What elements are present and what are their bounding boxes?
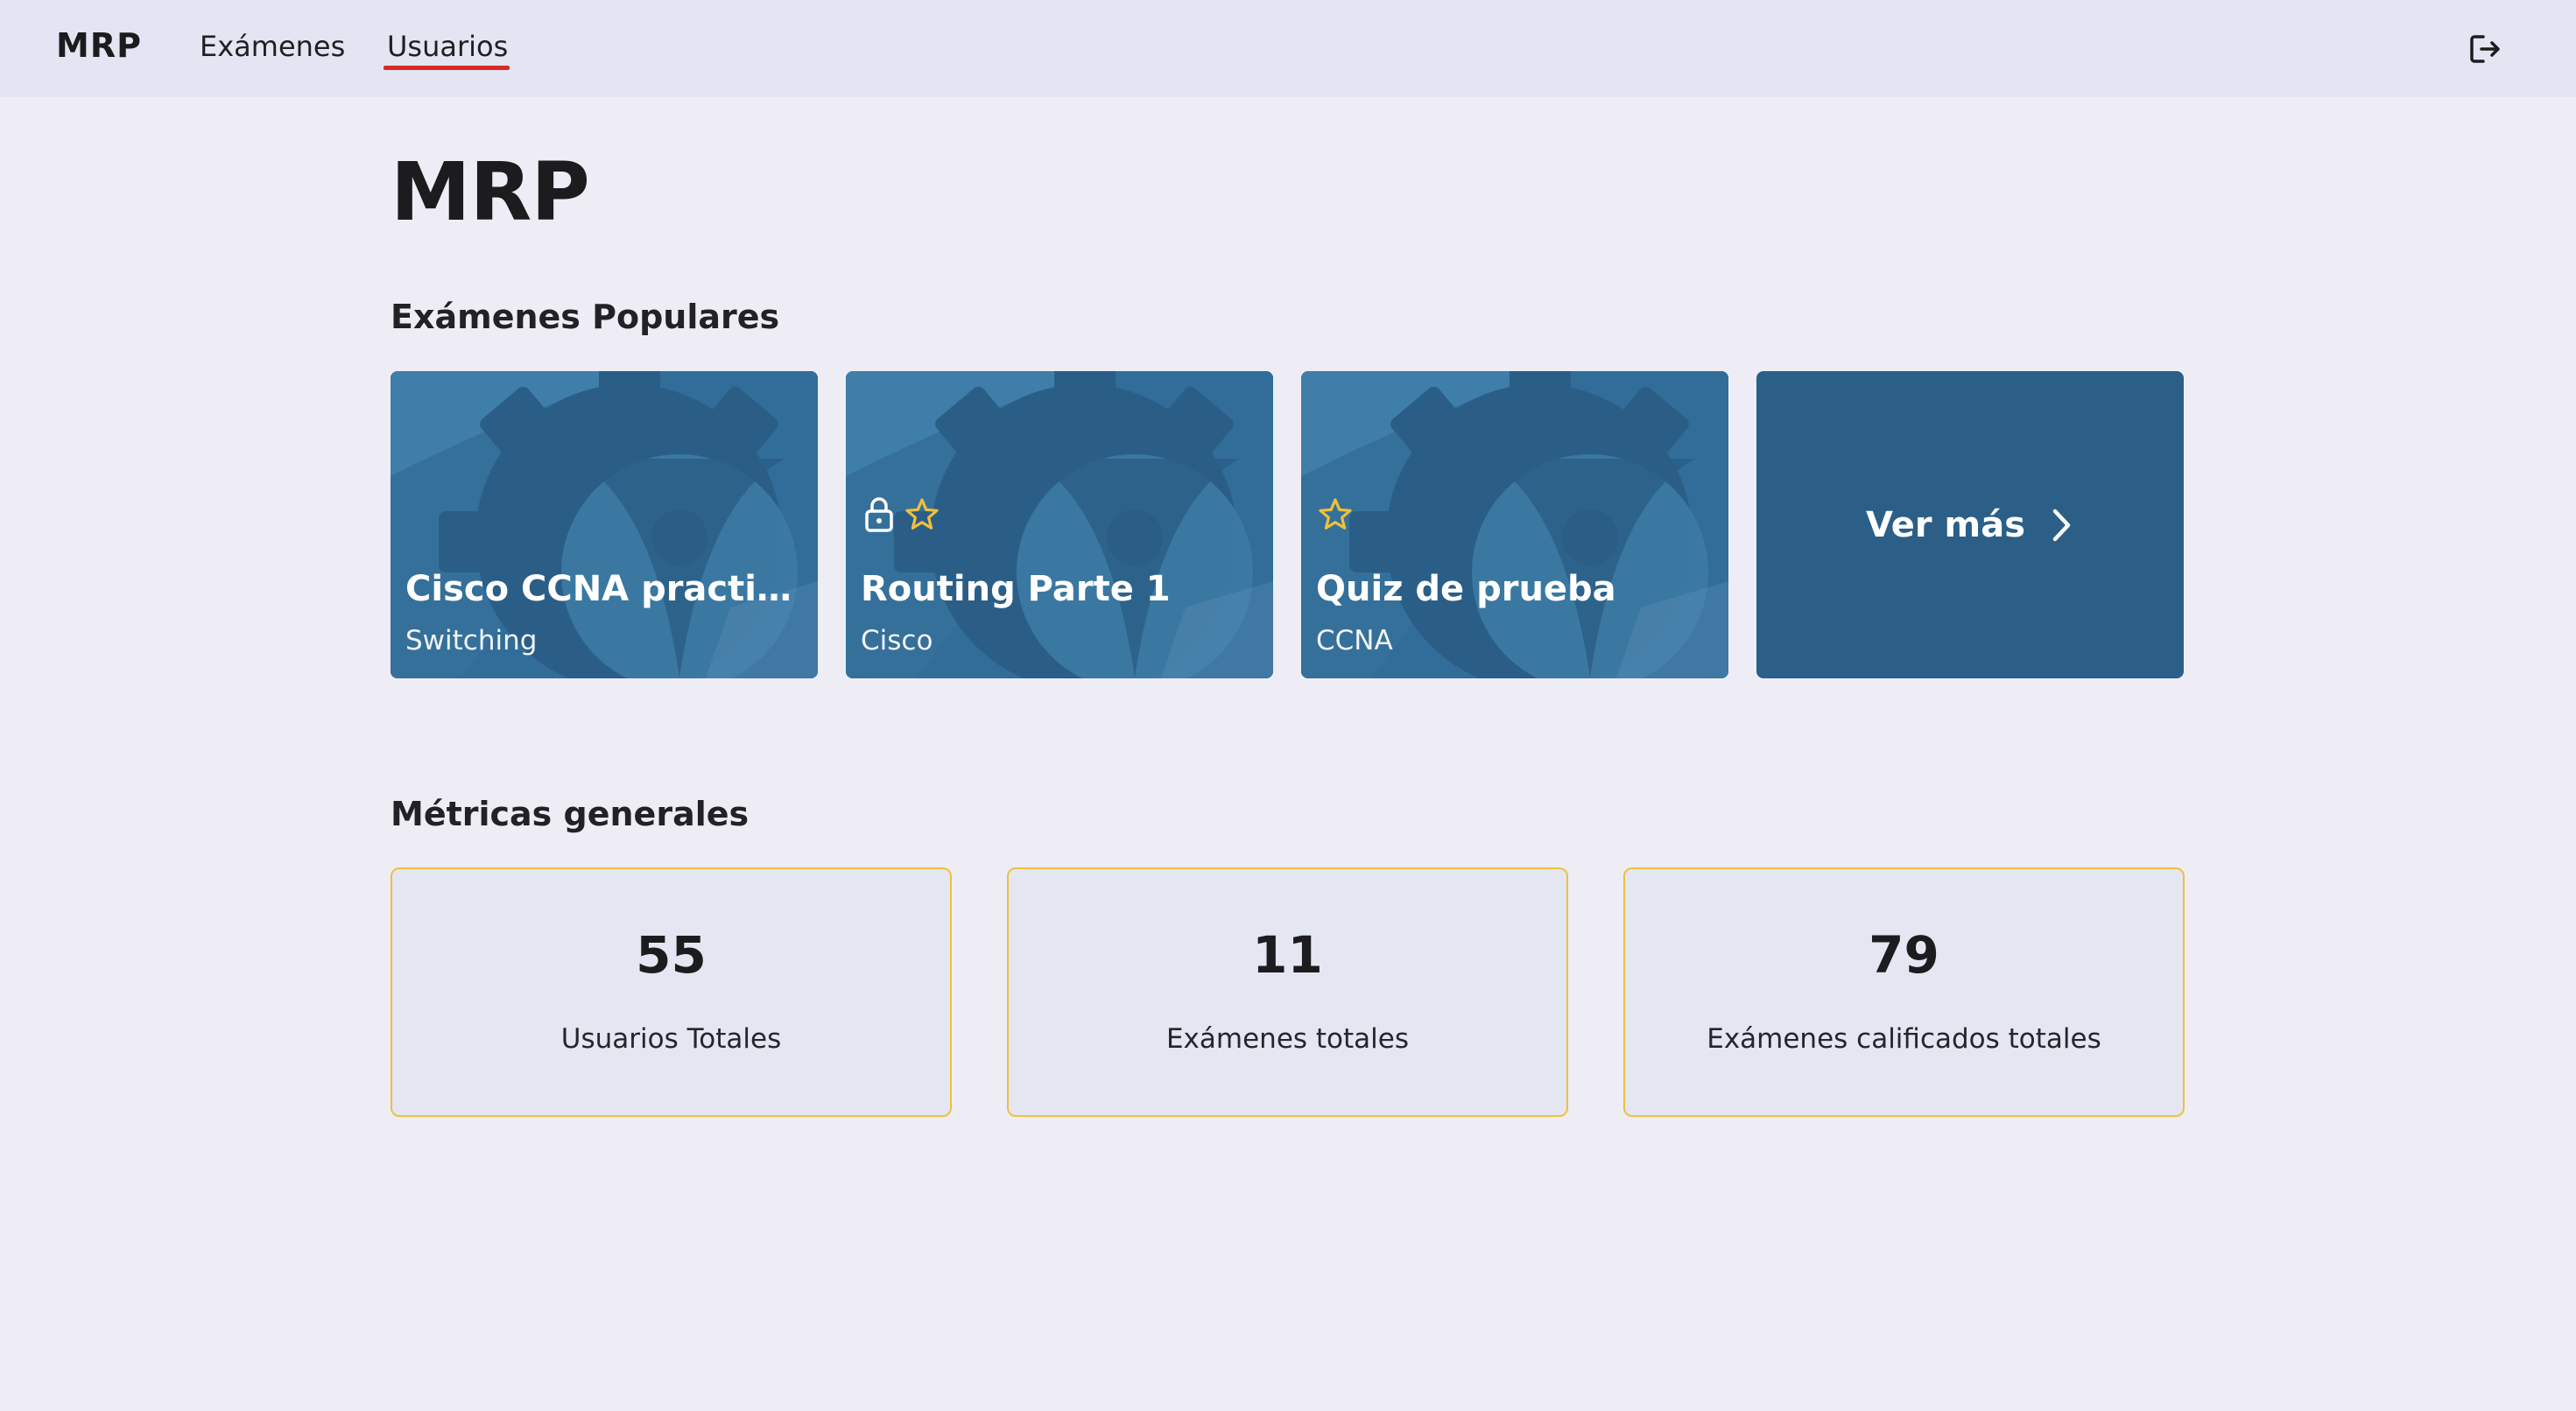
top-navbar: MRP Exámenes Usuarios	[0, 0, 2576, 97]
metric-card-users: 55 Usuarios Totales	[391, 867, 952, 1117]
lock-icon	[865, 497, 893, 532]
see-more-button[interactable]: Ver más	[1756, 371, 2184, 678]
exam-card[interactable]: Cisco CCNA practice ... Switching	[391, 371, 818, 678]
metric-label: Exámenes totales	[1165, 1023, 1410, 1055]
metric-card-exams: 11 Exámenes totales	[1007, 867, 1568, 1117]
nav-link-examenes[interactable]: Exámenes	[200, 30, 345, 63]
exam-badges	[1317, 495, 1354, 534]
metrics-heading: Métricas generales	[391, 795, 750, 833]
active-nav-indicator	[384, 66, 510, 70]
metric-value: 79	[1869, 925, 1939, 985]
metric-value: 11	[1252, 925, 1323, 985]
see-more-label: Ver más	[1865, 504, 2026, 545]
exam-card[interactable]: Quiz de prueba CCNA	[1301, 371, 1728, 678]
exam-title: Routing Parte 1	[861, 569, 1171, 609]
star-icon[interactable]	[1317, 496, 1354, 533]
metric-value: 55	[636, 925, 707, 985]
exam-title: Quiz de prueba	[1316, 569, 1616, 609]
logout-icon[interactable]	[2466, 30, 2504, 68]
exam-badges	[862, 495, 940, 534]
exam-category: CCNA	[1316, 625, 1393, 656]
metric-card-graded-exams: 79 Exámenes calificados totales	[1623, 867, 2185, 1117]
brand-logo[interactable]: MRP	[56, 26, 142, 65]
star-icon[interactable]	[904, 496, 940, 533]
metric-label: Exámenes calificados totales	[1707, 1023, 2101, 1055]
page-title: MRP	[391, 145, 590, 239]
popular-exams-heading: Exámenes Populares	[391, 298, 780, 336]
exam-category: Switching	[405, 625, 538, 656]
exam-title: Cisco CCNA practice ...	[405, 569, 808, 609]
exam-category: Cisco	[861, 625, 933, 656]
chevron-right-icon	[2052, 509, 2071, 541]
exam-card[interactable]: Routing Parte 1 Cisco	[846, 371, 1273, 678]
nav-link-usuarios[interactable]: Usuarios	[387, 30, 508, 63]
metric-label: Usuarios Totales	[560, 1023, 782, 1055]
